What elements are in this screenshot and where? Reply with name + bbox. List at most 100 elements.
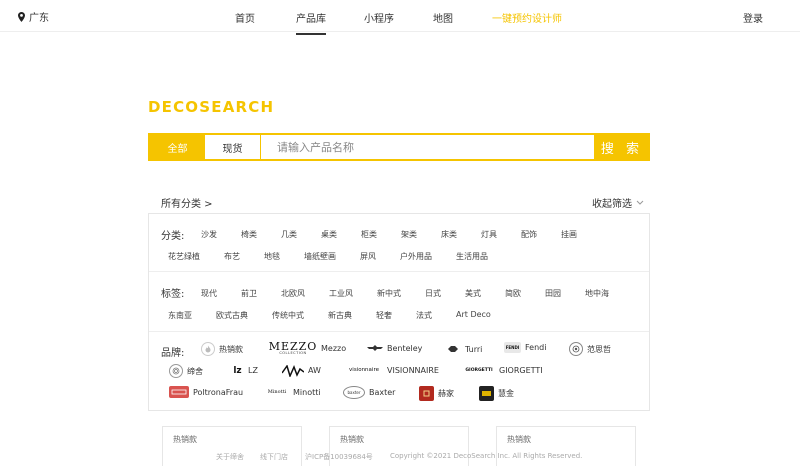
huijin-logo [479, 386, 494, 401]
category-chip[interactable]: 灯具 [481, 229, 497, 240]
category-chip[interactable]: 柜类 [361, 229, 377, 240]
category-chip[interactable]: 挂画 [561, 229, 577, 240]
fendi-logo: FENDI [504, 342, 521, 353]
tag-chip[interactable]: 新中式 [377, 288, 401, 299]
nav-home[interactable]: 首页 [235, 10, 255, 25]
brand-item[interactable]: GIORGETTI GIORGETTI [463, 364, 543, 376]
collapse-filter-label: 收起筛选 [592, 199, 632, 210]
hejia-logo [419, 386, 434, 401]
search-button[interactable]: 搜 索 [594, 133, 650, 161]
brand-item[interactable]: Turri [445, 342, 482, 356]
baxter-logo: baxter [343, 386, 365, 399]
visionnaire-logo: visionnaire [349, 367, 379, 373]
category-chip[interactable]: 架类 [401, 229, 417, 240]
category-chip[interactable]: 沙发 [201, 229, 217, 240]
brand-item[interactable]: 慧金 [479, 386, 514, 401]
site-logo[interactable]: DECOSEARCH [148, 98, 274, 116]
brand-name: PoltronaFrau [193, 387, 244, 397]
tag-chip[interactable]: 欧式古典 [216, 310, 248, 321]
login-link[interactable]: 登录 [743, 10, 763, 25]
tag-chip[interactable]: Art Deco [456, 310, 491, 319]
brand-name: VISIONNAIRE [387, 365, 439, 375]
dishe-logo [169, 364, 183, 378]
search-input[interactable] [261, 135, 594, 159]
search-tab-in-stock[interactable]: 现货 [205, 135, 260, 159]
location-label: 广东 [29, 13, 49, 24]
brand-item[interactable]: visionnaire VISIONNAIRE [345, 364, 439, 376]
search-tab-all[interactable]: 全部 [150, 135, 205, 159]
brand-item[interactable]: 缔舍 [169, 364, 203, 378]
nav-product-library[interactable]: 产品库 [296, 10, 326, 35]
category-chip[interactable]: 生活用品 [456, 251, 488, 262]
category-chip[interactable]: 地毯 [264, 251, 280, 262]
category-chip[interactable]: 几类 [281, 229, 297, 240]
brand-name: 慧金 [498, 389, 514, 398]
all-categories-link[interactable]: 所有分类 > [161, 195, 213, 210]
brand-item[interactable]: 赫家 [419, 386, 454, 401]
nav-map[interactable]: 地图 [433, 10, 453, 25]
brand-item[interactable]: lz LZ [231, 364, 258, 377]
tag-chip[interactable]: 现代 [201, 288, 217, 299]
aw-logo [282, 364, 304, 377]
mezzo-logo: MEZZO COLLECTION [268, 339, 318, 355]
tag-chip[interactable]: 轻奢 [376, 310, 392, 321]
footer-icp[interactable]: 沪ICP备10039684号 [305, 452, 373, 462]
category-label: 分类: [161, 231, 185, 242]
tag-chip[interactable]: 工业风 [329, 288, 353, 299]
brand-name: Baxter [369, 388, 396, 397]
tag-chip[interactable]: 美式 [465, 288, 481, 299]
poltronafrau-logo [169, 386, 189, 398]
top-nav-bar: 广东 首页 产品库 小程序 地图 一键预约设计师 登录 [0, 0, 800, 35]
brand-item[interactable]: Minotti Minotti [265, 386, 321, 398]
brand-name: 范思哲 [587, 344, 611, 354]
category-chip[interactable]: 布艺 [224, 251, 240, 262]
category-chip[interactable]: 墙纸壁画 [304, 251, 336, 262]
brand-name: Benteley [387, 343, 423, 353]
tag-chip[interactable]: 前卫 [241, 288, 257, 299]
tag-chip[interactable]: 简欧 [505, 288, 521, 299]
brand-item[interactable]: PoltronaFrau [169, 386, 243, 398]
card-title: 热销款 [340, 435, 364, 444]
category-chip[interactable]: 户外用品 [400, 251, 432, 262]
footer-link-stores[interactable]: 线下门店 [260, 452, 288, 462]
category-chip[interactable]: 桌类 [321, 229, 337, 240]
card-title: 热销款 [507, 435, 531, 444]
brand-item[interactable]: baxter Baxter [343, 386, 395, 399]
tag-chip[interactable]: 法式 [416, 310, 432, 321]
tag-chip[interactable]: 新古典 [328, 310, 352, 321]
tag-chip[interactable]: 东南亚 [168, 310, 192, 321]
brand-item[interactable]: 范思哲 [569, 342, 611, 356]
tag-chip[interactable]: 日式 [425, 288, 441, 299]
location-selector[interactable]: 广东 [18, 9, 49, 24]
versace-logo [569, 342, 583, 356]
brand-name: AW [308, 366, 321, 375]
category-chip[interactable]: 床类 [441, 229, 457, 240]
turri-logo [445, 342, 461, 356]
tag-chip[interactable]: 北欧风 [281, 288, 305, 299]
nav-mini-program[interactable]: 小程序 [364, 10, 394, 25]
brand-item[interactable]: MEZZO COLLECTION Mezzo [269, 338, 346, 358]
brand-name: Minotti [293, 387, 321, 397]
hot-icon [201, 342, 215, 356]
lz-logo: lz [233, 365, 242, 376]
footer-copyright: Copyright ©2021 DecoSearch Inc. All Righ… [390, 452, 583, 460]
brand-item[interactable]: 热销款 [201, 342, 243, 356]
category-chip[interactable]: 配饰 [521, 229, 537, 240]
category-filter-row: 分类: 沙发 椅类 几类 桌类 柜类 架类 床类 灯具 配饰 挂画 花艺绿植 布… [149, 214, 649, 272]
brand-name: GIORGETTI [499, 365, 543, 375]
collapse-filter-button[interactable]: 收起筛选 [592, 195, 644, 210]
brand-item[interactable]: AW [282, 364, 321, 377]
footer-link-about[interactable]: 关于缔舍 [216, 452, 244, 462]
nav-book-designer[interactable]: 一键预约设计师 [492, 10, 562, 25]
category-chip[interactable]: 椅类 [241, 229, 257, 240]
category-chip[interactable]: 屏风 [360, 251, 376, 262]
tag-chip[interactable]: 传统中式 [272, 310, 304, 321]
tags-filter-row: 标签: 现代 前卫 北欧风 工业风 新中式 日式 美式 简欧 田园 地中海 东南… [149, 272, 649, 332]
brand-item[interactable]: Benteley [367, 342, 422, 354]
tag-chip[interactable]: 地中海 [585, 288, 609, 299]
tag-chip[interactable]: 田园 [545, 288, 561, 299]
brand-item[interactable]: FENDI Fendi [504, 342, 546, 353]
brand-name: LZ [248, 366, 258, 375]
brand-name: Mezzo [321, 343, 347, 353]
category-chip[interactable]: 花艺绿植 [168, 251, 200, 262]
